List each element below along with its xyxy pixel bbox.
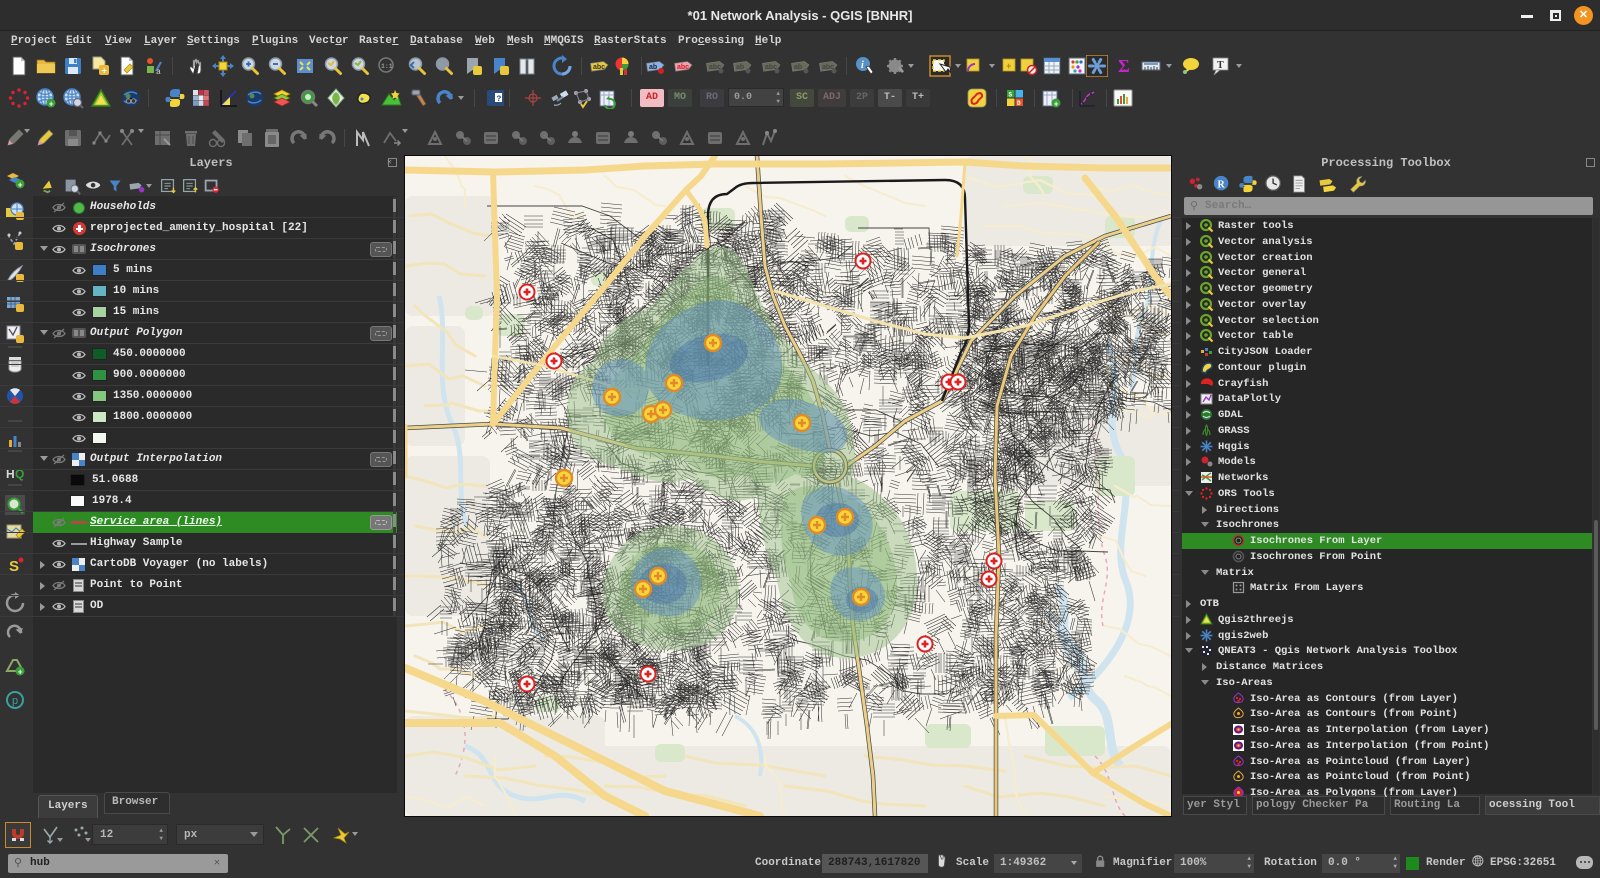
svg-text:1:1: 1:1: [381, 63, 393, 70]
svg-text:+: +: [1054, 100, 1059, 109]
svg-text:i: i: [861, 60, 864, 71]
svg-text:R: R: [1217, 180, 1225, 191]
svg-text:p: p: [12, 695, 18, 707]
svg-text:a: a: [156, 68, 161, 77]
svg-text:+: +: [102, 67, 107, 77]
svg-text:ab: ab: [736, 64, 744, 71]
svg-text:+: +: [18, 669, 23, 678]
svg-text:ab: ab: [649, 64, 657, 71]
svg-text:abc: abc: [677, 64, 689, 71]
svg-text:D: D: [1017, 100, 1021, 107]
svg-text:S: S: [1009, 92, 1013, 99]
svg-text:T: T: [1217, 60, 1224, 71]
svg-text:ab: ab: [794, 64, 802, 71]
svg-text:Σ: Σ: [1118, 56, 1130, 76]
svg-text:+: +: [1006, 62, 1011, 72]
svg-text:abc: abc: [593, 64, 605, 71]
svg-text:+: +: [18, 182, 23, 191]
svg-text:+: +: [49, 100, 54, 109]
svg-text:?: ?: [497, 95, 502, 104]
